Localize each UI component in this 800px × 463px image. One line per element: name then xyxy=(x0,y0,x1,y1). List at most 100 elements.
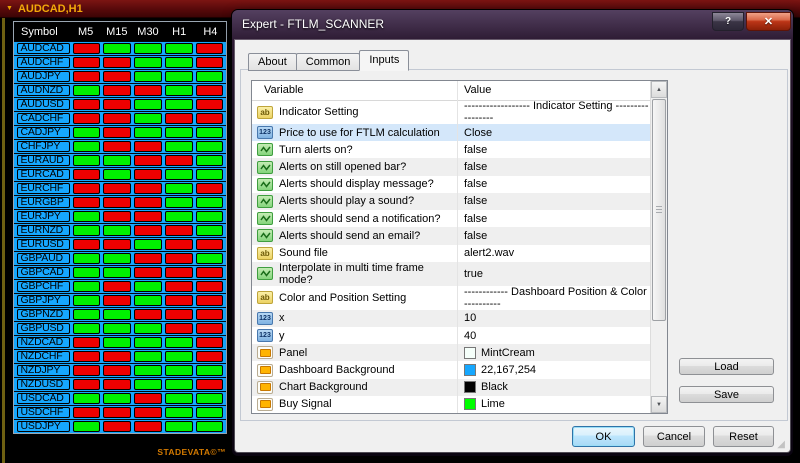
param-variable-cell: 123 x xyxy=(252,309,458,327)
buy-signal-cell xyxy=(103,309,132,320)
buy-signal-cell xyxy=(72,281,101,292)
param-value-cell[interactable]: false xyxy=(458,213,650,225)
param-value-cell[interactable]: Lime xyxy=(458,398,650,411)
param-row[interactable]: 123 y 40 xyxy=(252,326,650,345)
expert-dialog: Expert - FTLM_SCANNER ? ✕ About Common Inp… xyxy=(232,10,793,456)
param-value-cell[interactable]: Black xyxy=(458,381,650,394)
param-variable-cell: Turn alerts on? xyxy=(252,141,458,159)
param-row[interactable]: Alerts should send an email? false xyxy=(252,227,650,245)
buy-signal-cell xyxy=(134,295,162,306)
param-value-cell[interactable]: alert2.wav xyxy=(458,247,650,259)
sell-signal-cell xyxy=(164,323,193,334)
buy-signal-cell xyxy=(195,393,224,404)
help-button[interactable]: ? xyxy=(712,12,744,31)
param-row[interactable]: Alerts on still opened bar? false xyxy=(252,158,650,176)
buy-signal-cell xyxy=(164,211,193,222)
bool-type-icon xyxy=(257,160,273,174)
param-row[interactable]: Chart Background Black xyxy=(252,378,650,396)
sell-signal-cell xyxy=(72,113,101,124)
param-row[interactable]: Buy Signal Lime xyxy=(252,395,650,414)
sell-signal-cell xyxy=(195,309,224,320)
param-value-cell[interactable]: 10 xyxy=(458,312,650,324)
param-row[interactable]: Alerts should play a sound? false xyxy=(252,192,650,211)
param-value-cell[interactable]: Close xyxy=(458,127,650,139)
param-row[interactable]: ab Sound file alert2.wav xyxy=(252,244,650,262)
param-row[interactable]: Interpolate in multi time frame mode? tru… xyxy=(252,261,650,286)
sell-signal-cell xyxy=(103,99,132,110)
buy-signal-cell xyxy=(72,267,101,278)
buy-signal-cell xyxy=(195,169,224,180)
param-value-cell[interactable]: 22,167,254 xyxy=(458,364,650,377)
ok-button[interactable]: OK xyxy=(572,426,635,447)
param-value-cell[interactable]: false xyxy=(458,230,650,242)
param-name: Panel xyxy=(279,346,308,359)
param-row[interactable]: 123 x 10 xyxy=(252,309,650,327)
param-row[interactable]: Dashboard Background 22,167,254 xyxy=(252,361,650,379)
param-value-cell[interactable]: MintCream xyxy=(458,346,650,359)
tab-common[interactable]: Common xyxy=(295,53,361,71)
param-row[interactable]: Alerts should display message? false xyxy=(252,175,650,193)
param-row[interactable]: Turn alerts on? false xyxy=(252,141,650,159)
cancel-button[interactable]: Cancel xyxy=(643,426,705,447)
sell-signal-cell xyxy=(195,323,224,334)
tab-about[interactable]: About xyxy=(248,53,297,71)
sell-signal-cell xyxy=(134,421,162,432)
buy-signal-cell xyxy=(103,323,132,334)
param-value-cell[interactable]: 40 xyxy=(458,330,650,342)
param-row[interactable]: 123 Price to use for FTLM calculation Clos… xyxy=(252,124,650,142)
dashboard-column-m30: M30 xyxy=(137,25,159,38)
scrollbar-thumb[interactable] xyxy=(652,99,666,321)
close-icon[interactable]: ✕ xyxy=(746,12,791,31)
scroll-up-icon[interactable]: ▲ xyxy=(651,81,667,98)
param-row[interactable]: Panel MintCream xyxy=(252,344,650,362)
sell-signal-cell xyxy=(103,85,132,96)
buy-signal-cell xyxy=(103,43,132,54)
buy-signal-cell xyxy=(134,323,162,334)
param-row[interactable]: ab Color and Position Setting ------------… xyxy=(252,285,650,310)
sell-signal-cell xyxy=(103,197,132,208)
param-row[interactable]: ab Indicator Setting ------------------ In… xyxy=(252,100,650,124)
buy-signal-cell xyxy=(164,43,193,54)
scroll-down-icon[interactable]: ▼ xyxy=(651,396,667,413)
buy-signal-cell xyxy=(195,127,224,138)
sell-signal-cell xyxy=(72,57,101,68)
buy-signal-cell xyxy=(134,365,162,376)
param-value-cell[interactable]: false xyxy=(458,178,650,190)
tab-inputs[interactable]: Inputs xyxy=(359,50,410,71)
chart-dropdown-icon[interactable]: ▼ xyxy=(6,5,13,12)
param-value-cell[interactable]: false xyxy=(458,161,650,173)
param-row[interactable]: Alerts should send a notification? false xyxy=(252,210,650,228)
param-value-cell[interactable]: true xyxy=(458,268,650,280)
sell-signal-cell xyxy=(195,57,224,68)
buy-signal-cell xyxy=(134,281,162,292)
dialog-title[interactable]: Expert - FTLM_SCANNER xyxy=(242,17,384,31)
symbol-cell: GBPJPY xyxy=(16,295,70,306)
load-button[interactable]: Load xyxy=(679,358,774,375)
sell-signal-cell xyxy=(164,155,193,166)
param-value-cell[interactable]: false xyxy=(458,144,650,156)
sell-signal-cell xyxy=(103,281,132,292)
dashboard-row-usdchf: USDCHF xyxy=(14,405,226,419)
resize-grip[interactable]: ◢ xyxy=(777,439,785,450)
color-type-icon xyxy=(257,363,273,377)
color-swatch xyxy=(464,364,476,377)
symbol-cell: NZDCAD xyxy=(16,337,70,348)
param-value-cell[interactable]: ------------------ Indicator Setting ---… xyxy=(458,100,650,124)
buy-signal-cell xyxy=(103,169,132,180)
param-name: Alerts should display message? xyxy=(279,178,434,191)
param-value-cell[interactable]: false xyxy=(458,195,650,207)
buy-signal-cell xyxy=(164,421,193,432)
dashboard-row-usdjpy: USDJPY xyxy=(14,419,226,433)
symbol-cell: GBPNZD xyxy=(16,309,70,320)
param-value: false xyxy=(464,212,488,225)
save-button[interactable]: Save xyxy=(679,386,774,403)
buy-signal-cell xyxy=(134,43,162,54)
param-value-cell[interactable]: ------------ Dashboard Position & Color … xyxy=(458,286,650,310)
dashboard-row-nzdchf: NZDCHF xyxy=(14,349,226,363)
sell-signal-cell xyxy=(134,197,162,208)
bool-type-icon xyxy=(257,177,273,191)
symbol-cell: USDJPY xyxy=(16,421,70,432)
vertical-scrollbar[interactable]: ▲ ▼ xyxy=(650,81,667,413)
sell-signal-cell xyxy=(195,239,224,250)
reset-button[interactable]: Reset xyxy=(713,426,774,447)
